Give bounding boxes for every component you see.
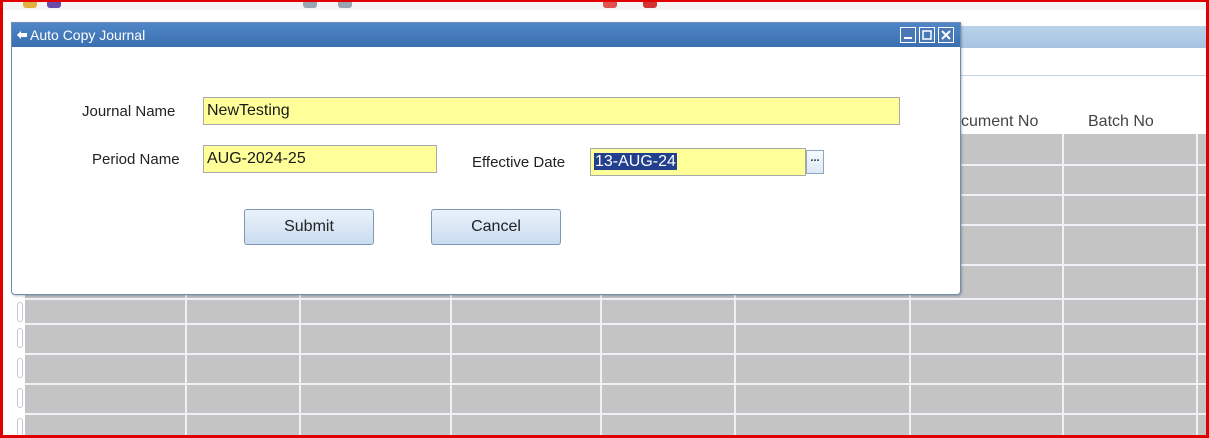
grid-row-divider xyxy=(958,194,1206,196)
grid-row-divider xyxy=(958,264,1206,266)
dialog-title: Auto Copy Journal xyxy=(30,27,146,43)
toolbar-icon[interactable] xyxy=(603,2,617,8)
grid-column-divider xyxy=(1062,134,1064,435)
window-app-icon xyxy=(17,31,27,39)
background-divider xyxy=(958,75,1206,76)
period-name-field[interactable]: AUG-2024-25 xyxy=(203,145,437,173)
grid-row-selector[interactable] xyxy=(17,418,23,435)
screenshot-frame: cument No Batch No Auto Copy Journal Jou… xyxy=(0,0,1209,438)
toolbar-icon[interactable] xyxy=(47,2,61,8)
period-name-label: Period Name xyxy=(92,151,180,168)
minimize-icon[interactable] xyxy=(900,27,916,43)
column-header-document-no: cument No xyxy=(961,113,1039,130)
background-window-titlebar xyxy=(958,26,1206,48)
toolbar-icon[interactable] xyxy=(303,2,317,8)
submit-button[interactable]: Submit xyxy=(244,209,374,245)
close-icon[interactable] xyxy=(938,27,954,43)
grid-row-divider xyxy=(958,224,1206,226)
toolbar-icon[interactable] xyxy=(338,2,352,8)
journal-name-field[interactable]: NewTesting xyxy=(203,97,900,125)
toolbar xyxy=(3,2,1206,10)
grid-row-divider xyxy=(25,353,1206,355)
auto-copy-journal-dialog: Auto Copy Journal Journal Name NewTestin… xyxy=(11,22,961,295)
grid-row-divider xyxy=(25,298,1206,300)
grid-row-divider xyxy=(25,413,1206,415)
effective-date-label: Effective Date xyxy=(472,154,566,171)
toolbar-icon[interactable] xyxy=(643,2,657,8)
grid-row-divider xyxy=(25,323,1206,325)
grid-row-selector[interactable] xyxy=(17,388,23,408)
effective-date-field[interactable]: 13-AUG-24 xyxy=(590,148,806,176)
effective-date-value: 13-AUG-24 xyxy=(594,153,677,170)
grid-row-divider xyxy=(25,383,1206,385)
maximize-icon[interactable] xyxy=(919,27,935,43)
grid-column-divider xyxy=(1196,134,1198,435)
cancel-button[interactable]: Cancel xyxy=(431,209,561,245)
column-header-batch-no: Batch No xyxy=(1088,113,1154,130)
grid-row-selector[interactable] xyxy=(17,328,23,348)
date-picker-button[interactable]: ... xyxy=(806,150,824,174)
toolbar-icon[interactable] xyxy=(23,2,37,8)
journal-name-label: Journal Name xyxy=(82,103,176,120)
dialog-titlebar[interactable]: Auto Copy Journal xyxy=(12,23,960,47)
grid-row-divider xyxy=(958,164,1206,166)
grid-row-selector[interactable] xyxy=(17,358,23,378)
grid-row-selector[interactable] xyxy=(17,302,23,322)
